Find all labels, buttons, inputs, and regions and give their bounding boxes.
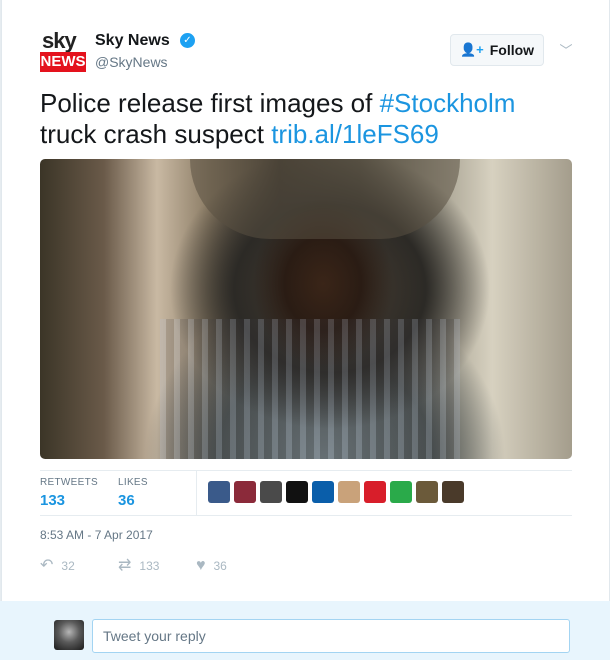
photo-hood-shape bbox=[190, 159, 460, 239]
url-link[interactable]: trib.al/1leFS69 bbox=[271, 119, 439, 149]
tweet-photo[interactable] bbox=[40, 159, 572, 459]
likes-count: 36 bbox=[118, 492, 135, 509]
follow-button-label: Follow bbox=[489, 42, 535, 58]
like-action[interactable]: ♥ 36 bbox=[196, 558, 227, 574]
sky-news-avatar[interactable]: sky NEWS bbox=[40, 30, 86, 73]
engagement-stats: RETWEETS 133 LIKES 36 bbox=[40, 470, 572, 516]
photo-clothing-stripes bbox=[160, 319, 460, 459]
avatar-logo-text-top: sky bbox=[42, 28, 77, 53]
stats-divider bbox=[196, 471, 197, 515]
follow-button[interactable]: 👤+ Follow bbox=[450, 34, 544, 66]
hashtag-link[interactable]: #Stockholm bbox=[380, 88, 516, 118]
user-avatar-3[interactable] bbox=[260, 481, 282, 503]
tweet-text-part1: Police release first images of bbox=[40, 88, 380, 118]
sweden-flag-avatar[interactable] bbox=[312, 481, 334, 503]
reply-icon: ↶ bbox=[40, 557, 54, 574]
tweet-text-part2: truck crash suspect bbox=[40, 119, 272, 149]
likes-label: LIKES bbox=[118, 477, 148, 488]
retweets-label: RETWEETS bbox=[40, 477, 98, 488]
account-handle[interactable]: @SkyNews bbox=[95, 54, 168, 70]
reply-action[interactable]: ↶ 32 bbox=[40, 558, 75, 574]
retweet-action[interactable]: ⇄ 133 bbox=[118, 558, 159, 574]
tweet-text: Police release first images of #Stockhol… bbox=[40, 88, 580, 150]
user-avatar-4[interactable] bbox=[286, 481, 308, 503]
user-avatar-1[interactable] bbox=[208, 481, 230, 503]
liker-avatars bbox=[208, 481, 464, 503]
likes-stat[interactable]: LIKES 36 bbox=[118, 477, 148, 509]
account-name[interactable]: Sky News bbox=[95, 32, 170, 50]
user-avatar-10[interactable] bbox=[442, 481, 464, 503]
uk-badge-avatar[interactable] bbox=[364, 481, 386, 503]
user-avatar-9[interactable] bbox=[416, 481, 438, 503]
reply-input[interactable]: Tweet your reply bbox=[92, 619, 570, 653]
user-avatar-8[interactable] bbox=[390, 481, 412, 503]
user-avatar-2[interactable] bbox=[234, 481, 256, 503]
user-avatar-6[interactable] bbox=[338, 481, 360, 503]
verified-badge-icon: ✓ bbox=[180, 33, 195, 48]
heart-icon: ♥ bbox=[196, 557, 206, 574]
retweets-count: 133 bbox=[40, 492, 66, 509]
like-count: 36 bbox=[213, 559, 227, 573]
retweets-stat[interactable]: RETWEETS 133 bbox=[40, 477, 98, 509]
retweet-count: 133 bbox=[139, 559, 160, 573]
reply-count: 32 bbox=[61, 559, 75, 573]
current-user-avatar bbox=[54, 620, 84, 650]
tweet-timestamp[interactable]: 8:53 AM - 7 Apr 2017 bbox=[40, 528, 153, 542]
chevron-down-icon[interactable]: ﹀ bbox=[558, 40, 574, 58]
add-user-icon: 👤+ bbox=[459, 42, 484, 57]
avatar-logo-text-bottom: NEWS bbox=[40, 52, 86, 72]
retweet-icon: ⇄ bbox=[118, 557, 132, 574]
